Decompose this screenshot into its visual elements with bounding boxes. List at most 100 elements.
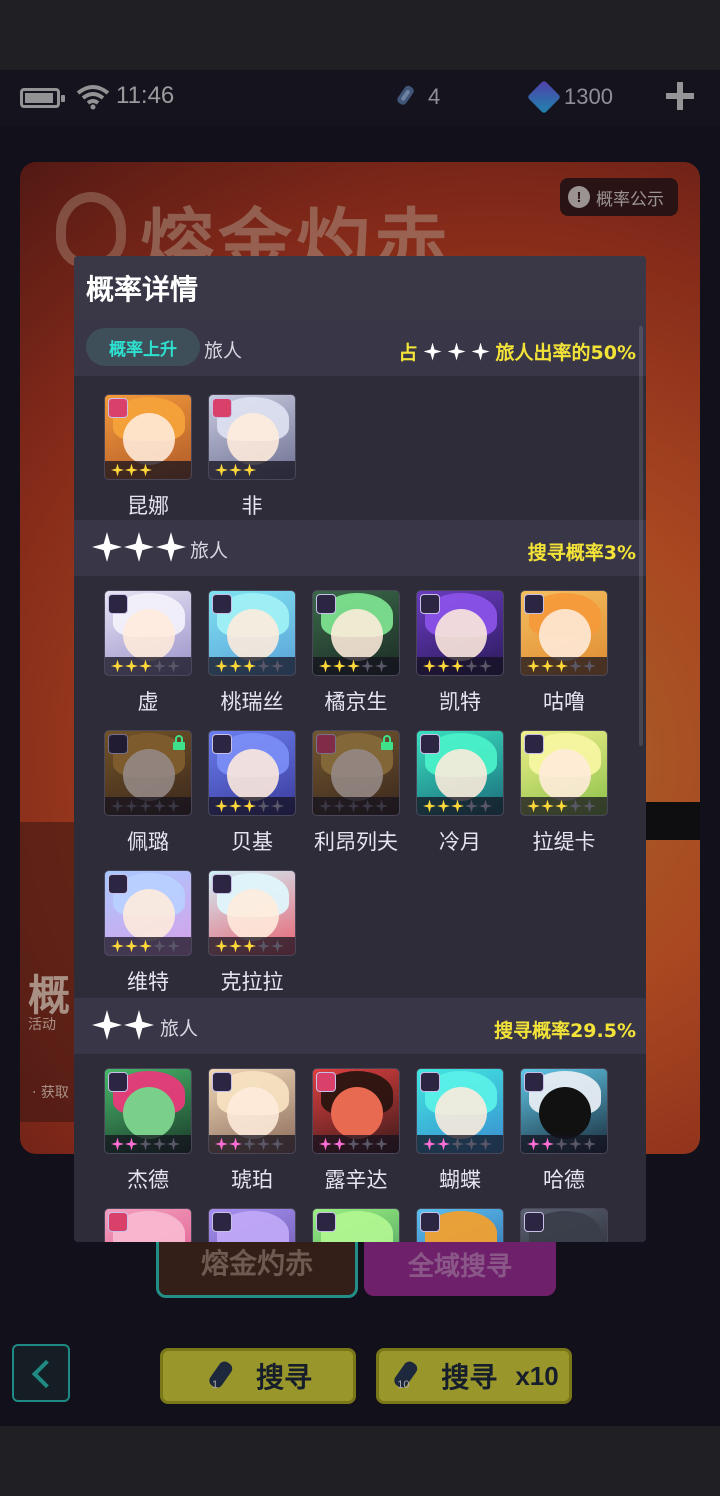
role-icon [108,734,128,754]
character-name: 克拉拉 [220,970,284,994]
lock-icon [173,735,185,750]
rarity-stars [313,1135,399,1153]
star-icon [156,532,186,562]
character-card[interactable]: 蝴蝶 [416,1068,504,1194]
character-card[interactable]: 拉缇卡 [520,730,608,856]
device-bottom-bezel [0,1426,720,1496]
rarity-stars [313,657,399,675]
character-portrait [312,730,400,816]
role-icon [316,1072,336,1092]
character-card[interactable]: 非 [208,394,296,520]
rarity-stars [417,1135,503,1153]
character-portrait [104,870,192,956]
two-star-rate: 搜寻概率29.5% [494,1020,636,1042]
star-icon [471,342,490,361]
character-card[interactable]: 凯特 [416,590,504,716]
character-card[interactable]: 昆娜 [104,394,192,520]
two-star-icons [92,1010,154,1040]
character-portrait [520,590,608,676]
role-icon [108,874,128,894]
role-icon [108,1072,128,1092]
rarity-stars [209,937,295,955]
character-portrait [208,1068,296,1154]
lock-icon [381,735,393,750]
character-card[interactable]: 贝基 [208,730,296,856]
character-name: 拉缇卡 [532,830,596,854]
rate-up-share: 占 旅人出率的50% [399,338,637,365]
character-portrait [104,394,192,480]
rarity-stars [521,657,607,675]
role-icon [212,734,232,754]
two-star-section-name: 旅人 [160,1018,199,1040]
character-card[interactable] [208,1208,296,1242]
star-icon [423,342,442,361]
character-portrait [416,1208,504,1242]
character-portrait [312,1068,400,1154]
character-card[interactable]: 维特 [104,870,192,996]
role-icon [524,1072,544,1092]
rarity-stars [521,797,607,815]
rate-up-share-prefix: 占 [398,342,418,364]
game-screen: 11:46 4 1300 熔金灼赤 ! 概率公示 概 活动 · 获取 熔金灼赤 [0,70,720,1426]
role-icon [212,1212,232,1232]
role-icon [108,398,128,418]
character-card[interactable] [520,1208,608,1242]
modal-scrollbar[interactable] [639,326,643,746]
character-card[interactable]: 克拉拉 [208,870,296,996]
three-star-icons [92,532,186,562]
character-portrait [416,1068,504,1154]
three-star-section-name: 旅人 [190,540,229,562]
rarity-stars [105,1135,191,1153]
star-icon [92,532,122,562]
character-card[interactable]: 橘京生 [312,590,400,716]
character-card[interactable]: 虚 [104,590,192,716]
rarity-stars [209,797,295,815]
character-card[interactable]: 利昂列夫 [312,730,400,856]
rarity-stars [209,461,295,479]
rate-up-section-name: 旅人 [204,340,243,362]
character-portrait [312,1208,400,1242]
star-icon [124,1010,154,1040]
character-name: 咕噜 [543,690,585,714]
role-icon [316,594,336,614]
role-icon [316,734,336,754]
character-portrait [208,590,296,676]
role-icon [108,594,128,614]
character-card[interactable]: 杰德 [104,1068,192,1194]
star-icon [447,342,466,361]
star-icon [124,532,154,562]
character-card[interactable]: 冷月 [416,730,504,856]
modal-header: 概率详情 [74,256,646,320]
character-portrait [104,590,192,676]
character-card[interactable] [104,1208,192,1242]
character-card[interactable]: 琥珀 [208,1068,296,1194]
character-card[interactable] [416,1208,504,1242]
character-portrait [208,394,296,480]
character-card[interactable]: 咕噜 [520,590,608,716]
character-portrait [416,590,504,676]
rarity-stars [105,657,191,675]
rarity-stars [417,657,503,675]
three-star-section-header: 旅人 搜寻概率3% [74,520,646,576]
three-star-rate: 搜寻概率3% [527,542,636,564]
character-card[interactable]: 露辛达 [312,1068,400,1194]
device-top-bezel [0,0,720,70]
rarity-stars [105,461,191,479]
role-icon [524,594,544,614]
character-card[interactable] [312,1208,400,1242]
character-portrait [104,730,192,816]
character-name: 哈德 [543,1168,585,1192]
star-icon [92,1010,122,1040]
character-portrait [416,730,504,816]
role-icon [524,734,544,754]
character-name: 非 [241,494,263,518]
modal-scroll-area[interactable]: 概率上升 旅人 占 旅人出率的50% 昆娜 非 旅人 搜寻概率3% 虚 桃瑞丝 … [74,320,646,1242]
character-card[interactable]: 佩璐 [104,730,192,856]
character-portrait [208,1208,296,1242]
rarity-stars [105,937,191,955]
rarity-stars [521,1135,607,1153]
role-icon [108,1212,128,1232]
character-card[interactable]: 哈德 [520,1068,608,1194]
rarity-stars [209,657,295,675]
character-card[interactable]: 桃瑞丝 [208,590,296,716]
